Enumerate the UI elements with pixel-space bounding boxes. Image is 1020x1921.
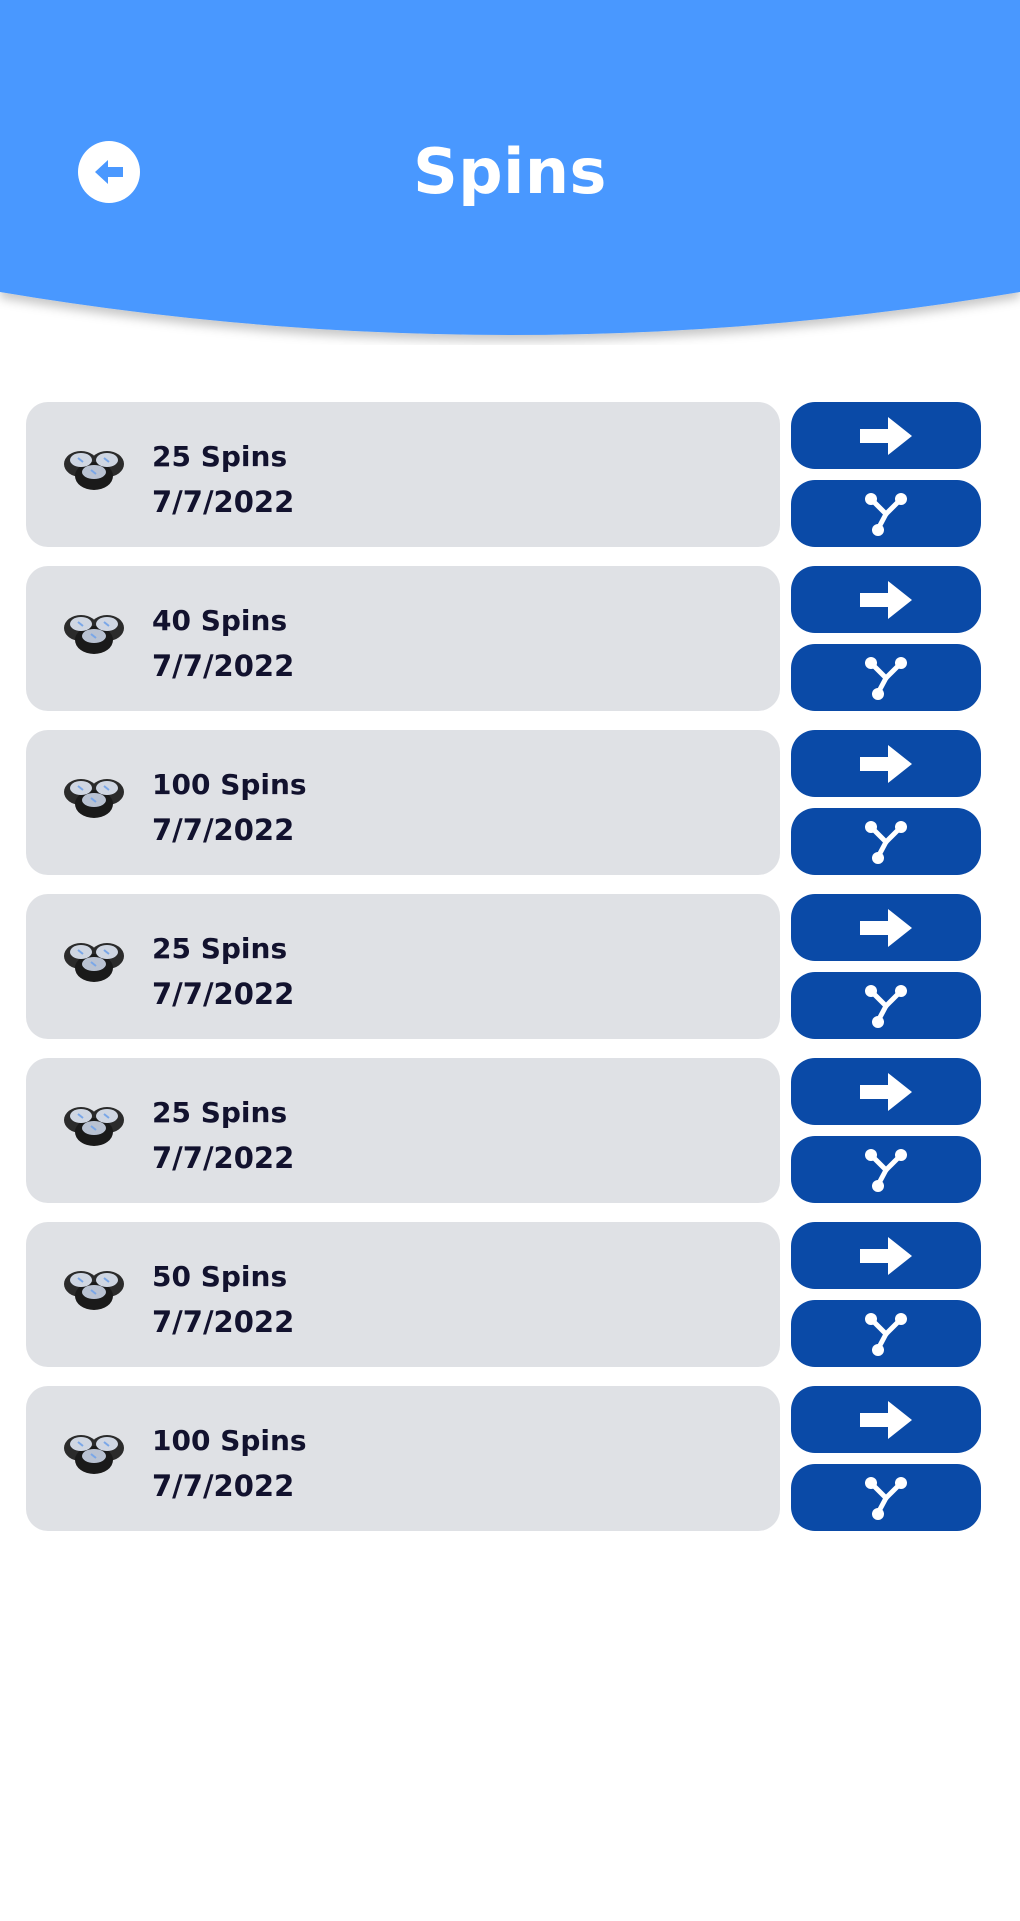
spins-date: 7/7/2022 xyxy=(152,1305,295,1339)
coin-stack-icon xyxy=(64,1271,124,1310)
share-button[interactable] xyxy=(791,1136,981,1203)
coin-stack-icon xyxy=(64,779,124,818)
spins-amount: 25 Spins xyxy=(152,440,288,473)
share-icon xyxy=(865,984,907,1028)
spins-date: 7/7/2022 xyxy=(152,1141,295,1175)
share-button[interactable] xyxy=(791,1300,981,1367)
spin-card: 100 Spins 7/7/2022 xyxy=(26,1386,780,1531)
list-item: 100 Spins 7/7/2022 xyxy=(0,1386,1020,1550)
share-button[interactable] xyxy=(791,808,981,875)
share-button[interactable] xyxy=(791,972,981,1039)
list-item: 25 Spins 7/7/2022 xyxy=(0,402,1020,566)
spin-card: 100 Spins 7/7/2022 xyxy=(26,730,780,875)
open-button[interactable] xyxy=(791,1386,981,1453)
coin-stack-icon xyxy=(64,615,124,654)
spin-card: 50 Spins 7/7/2022 xyxy=(26,1222,780,1367)
spin-card: 25 Spins 7/7/2022 xyxy=(26,894,780,1039)
arrow-right-icon xyxy=(860,1072,912,1111)
coin-stack-icon xyxy=(64,1107,124,1146)
arrow-right-icon xyxy=(860,416,912,455)
spins-date: 7/7/2022 xyxy=(152,649,295,683)
arrow-right-icon xyxy=(860,1236,912,1275)
open-button[interactable] xyxy=(791,1222,981,1289)
open-button[interactable] xyxy=(791,566,981,633)
share-icon xyxy=(865,656,907,700)
spin-card: 25 Spins 7/7/2022 xyxy=(26,1058,780,1203)
share-icon xyxy=(865,492,907,536)
list-item: 25 Spins 7/7/2022 xyxy=(0,1058,1020,1222)
share-icon xyxy=(865,1148,907,1192)
coin-stack-icon xyxy=(64,1435,124,1474)
header: Spins xyxy=(0,0,1020,345)
open-button[interactable] xyxy=(791,402,981,469)
spins-date: 7/7/2022 xyxy=(152,1469,295,1503)
spins-amount: 50 Spins xyxy=(152,1260,288,1293)
share-button[interactable] xyxy=(791,644,981,711)
spins-amount: 100 Spins xyxy=(152,1424,307,1457)
open-button[interactable] xyxy=(791,1058,981,1125)
arrow-right-icon xyxy=(860,908,912,947)
arrow-right-icon xyxy=(860,580,912,619)
spin-card: 25 Spins 7/7/2022 xyxy=(26,402,780,547)
share-icon xyxy=(865,1312,907,1356)
list-item: 25 Spins 7/7/2022 xyxy=(0,894,1020,1058)
spins-date: 7/7/2022 xyxy=(152,977,295,1011)
list-item: 50 Spins 7/7/2022 xyxy=(0,1222,1020,1386)
share-icon xyxy=(865,1476,907,1520)
page-title: Spins xyxy=(413,135,607,208)
share-icon xyxy=(865,820,907,864)
spins-list: 25 Spins 7/7/2022 40 Spins 7/7/2022 100 … xyxy=(0,402,1020,1550)
share-button[interactable] xyxy=(791,480,981,547)
spins-amount: 25 Spins xyxy=(152,1096,288,1129)
spins-date: 7/7/2022 xyxy=(152,813,295,847)
spins-amount: 40 Spins xyxy=(152,604,288,637)
share-button[interactable] xyxy=(791,1464,981,1531)
open-button[interactable] xyxy=(791,894,981,961)
spin-card: 40 Spins 7/7/2022 xyxy=(26,566,780,711)
arrow-right-icon xyxy=(860,744,912,783)
coin-stack-icon xyxy=(64,451,124,490)
spins-date: 7/7/2022 xyxy=(152,485,295,519)
spins-amount: 100 Spins xyxy=(152,768,307,801)
open-button[interactable] xyxy=(791,730,981,797)
spins-amount: 25 Spins xyxy=(152,932,288,965)
coin-stack-icon xyxy=(64,943,124,982)
list-item: 100 Spins 7/7/2022 xyxy=(0,730,1020,894)
list-item: 40 Spins 7/7/2022 xyxy=(0,566,1020,730)
arrow-right-icon xyxy=(860,1400,912,1439)
